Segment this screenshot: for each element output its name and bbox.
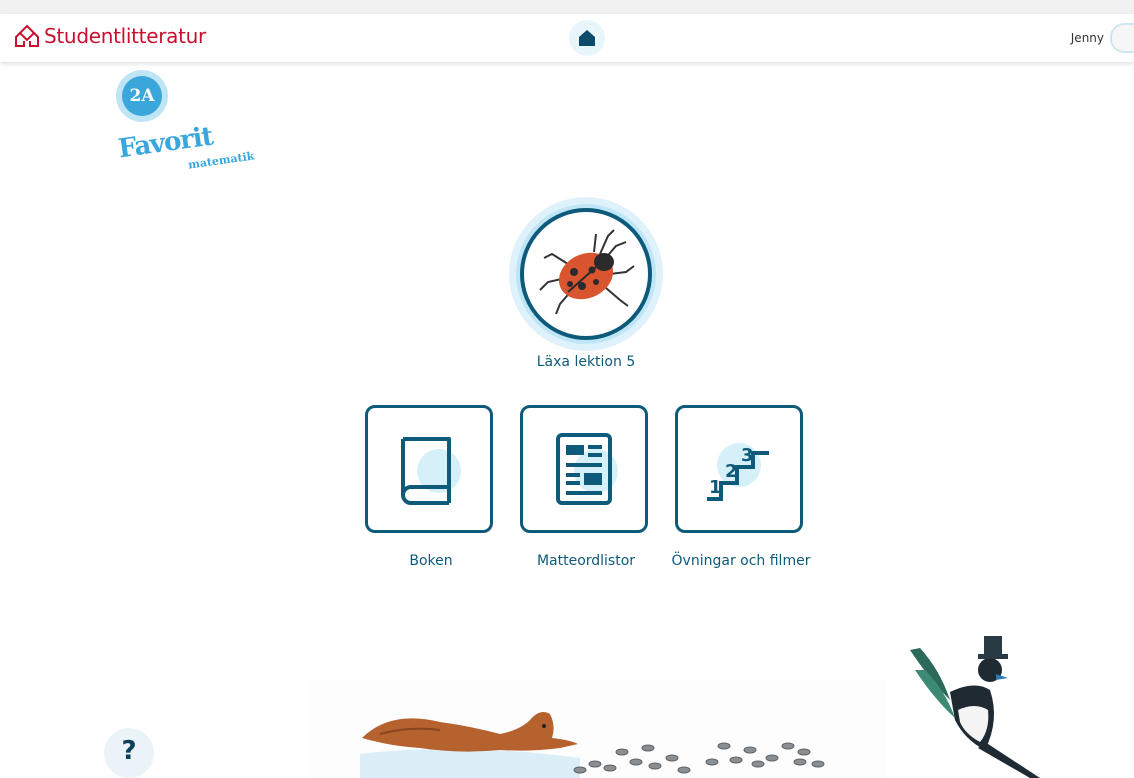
window-top-strip [0, 0, 1134, 14]
top-bar: Studentlitteratur Jenny [0, 14, 1134, 62]
grade-badge: 2A [116, 70, 168, 122]
brand-name: Studentlitteratur [44, 24, 206, 48]
studentlitteratur-logo-icon [15, 24, 39, 47]
brand-link[interactable]: Studentlitteratur [14, 23, 206, 49]
lesson-label: Läxa lektion 5 [536, 354, 636, 370]
home-button[interactable] [569, 20, 605, 56]
tile-matteordlistor-label: Matteordlistor [536, 553, 636, 569]
bottom-illustration [310, 636, 1040, 778]
lesson-button[interactable] [508, 196, 664, 352]
svg-text:2: 2 [725, 461, 738, 482]
magpie-illustration [910, 636, 1040, 778]
tile-matteordlistor[interactable] [520, 405, 648, 533]
tile-boken-label: Boken [409, 553, 453, 569]
book-logo: 2A Favorit matematik [112, 70, 255, 180]
tile-ovningar-och-filmer-label: Övningar och filmer [671, 553, 811, 569]
ladybug-illustration [509, 197, 663, 351]
user-menu[interactable]: Jenny [1070, 23, 1134, 53]
tile-ovningar-och-filmer[interactable]: 1 2 3 [675, 405, 803, 533]
svg-text:3: 3 [741, 445, 754, 466]
svg-text:1: 1 [709, 477, 722, 498]
tile-boken[interactable] [365, 405, 493, 533]
user-name: Jenny [1070, 31, 1104, 45]
home-icon [579, 30, 595, 46]
help-button[interactable]: ? [104, 728, 154, 778]
wordlist-icon [556, 433, 618, 505]
stairs-123-icon: 1 2 3 [707, 443, 769, 501]
avatar [1110, 23, 1134, 53]
grade-label: 2A [122, 76, 162, 116]
book-icon [401, 437, 461, 505]
